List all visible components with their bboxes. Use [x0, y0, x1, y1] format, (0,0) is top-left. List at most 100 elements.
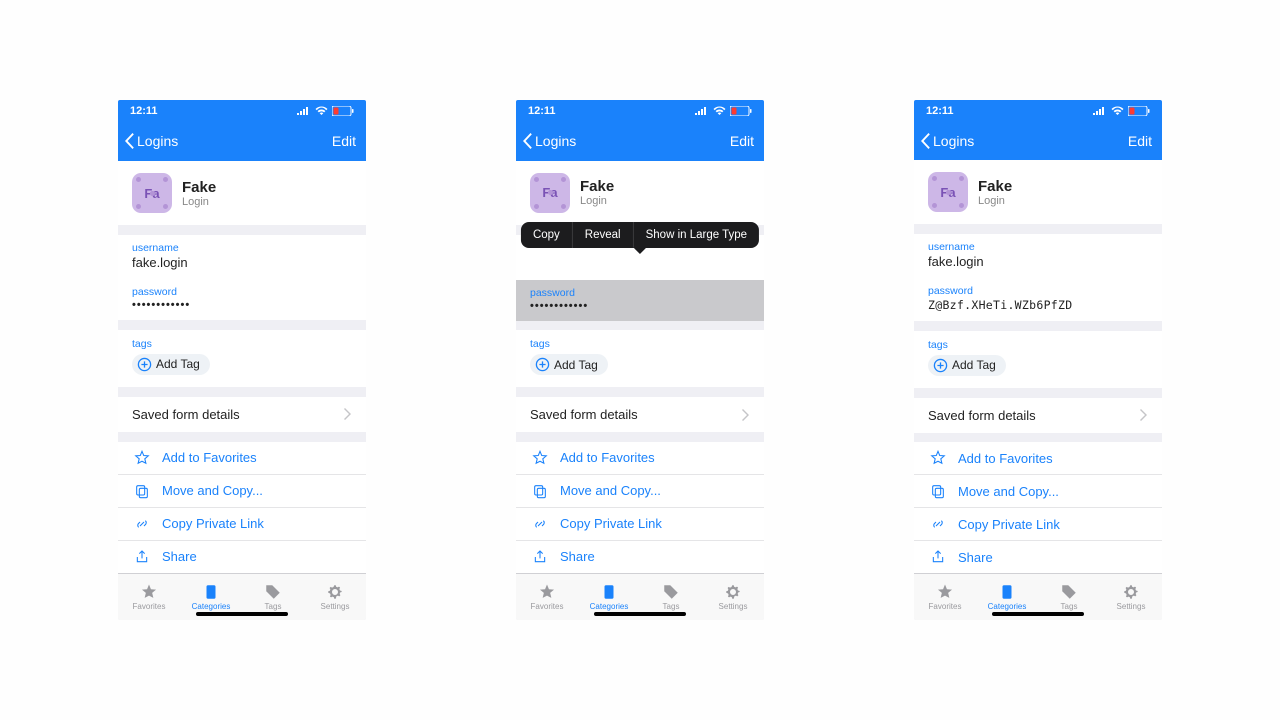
tab-favorites[interactable]: Favorites [118, 574, 180, 620]
status-indicators [1093, 106, 1150, 116]
back-button[interactable]: Logins [520, 132, 576, 150]
chevron-left-icon [122, 132, 136, 150]
wifi-icon [713, 106, 726, 115]
status-bar: 12:11 [118, 100, 366, 122]
action-add-favorites[interactable]: Add to Favorites [516, 442, 764, 474]
nav-bar: Logins Edit [516, 122, 764, 161]
chevron-left-icon [918, 132, 932, 150]
item-header: Fa Fake Login [914, 160, 1162, 224]
add-tag-button[interactable]: Add Tag [928, 355, 1006, 376]
password-field[interactable]: password •••••••••••• [118, 279, 366, 320]
popover-reveal[interactable]: Reveal [573, 222, 633, 248]
phone-screen-masked: 12:11 Logins Edit Fa Fake Login username… [118, 100, 366, 620]
chevron-left-icon [520, 132, 534, 150]
tab-settings[interactable]: Settings [304, 574, 366, 620]
action-add-favorites[interactable]: Add to Favorites [118, 442, 366, 474]
item-subtitle: Login [580, 195, 614, 207]
share-icon [532, 549, 548, 565]
home-indicator[interactable] [992, 612, 1084, 616]
actions-section: Add to Favorites Move and Copy... Copy P… [914, 442, 1162, 573]
item-icon: Fa [132, 173, 172, 213]
cellular-icon [1093, 106, 1107, 115]
status-bar: 12:11 [516, 100, 764, 122]
item-icon: Fa [928, 172, 968, 212]
add-tag-button[interactable]: Add Tag [132, 354, 210, 375]
tab-favorites[interactable]: Favorites [914, 574, 976, 620]
star-icon [930, 450, 946, 466]
context-popover: Copy Reveal Show in Large Type [521, 222, 759, 248]
saved-form-details-row[interactable]: Saved form details [118, 397, 366, 432]
action-share[interactable]: Share [914, 540, 1162, 573]
action-move-copy[interactable]: Move and Copy... [914, 474, 1162, 507]
wifi-icon [315, 106, 328, 115]
back-label: Logins [137, 133, 178, 149]
action-move-copy[interactable]: Move and Copy... [516, 474, 764, 507]
duplicate-icon [134, 483, 150, 499]
action-copy-private-link[interactable]: Copy Private Link [914, 507, 1162, 540]
home-indicator[interactable] [196, 612, 288, 616]
chevron-right-icon [742, 409, 750, 421]
back-label: Logins [535, 133, 576, 149]
add-tag-button[interactable]: Add Tag [530, 354, 608, 375]
duplicate-icon [930, 483, 946, 499]
password-field[interactable]: password •••••••••••• [516, 280, 764, 321]
popover-large-type[interactable]: Show in Large Type [634, 222, 759, 248]
battery-icon [332, 106, 354, 116]
link-icon [930, 516, 946, 532]
back-button[interactable]: Logins [122, 132, 178, 150]
home-indicator[interactable] [594, 612, 686, 616]
action-favorites-label: Add to Favorites [162, 450, 257, 465]
add-tag-label: Add Tag [554, 358, 598, 372]
duplicate-icon [532, 483, 548, 499]
item-subtitle: Login [182, 196, 216, 208]
username-label: username [132, 242, 352, 254]
status-time: 12:11 [926, 105, 954, 117]
share-icon [134, 549, 150, 565]
item-header: Fa Fake Login [516, 161, 764, 225]
action-share-label: Share [162, 549, 197, 564]
edit-button[interactable]: Edit [1128, 133, 1156, 149]
item-title: Fake [580, 178, 614, 195]
password-value-masked: •••••••••••• [530, 300, 750, 312]
back-button[interactable]: Logins [918, 132, 974, 150]
tab-settings[interactable]: Settings [1100, 574, 1162, 620]
action-move-copy[interactable]: Move and Copy... [118, 474, 366, 507]
item-icon: Fa [530, 173, 570, 213]
chevron-right-icon [1140, 409, 1148, 421]
link-icon [532, 516, 548, 532]
share-icon [930, 549, 946, 565]
plus-circle-icon [137, 357, 152, 372]
action-copy-private-link[interactable]: Copy Private Link [118, 507, 366, 540]
cellular-icon [297, 106, 311, 115]
tab-favorites[interactable]: Favorites [516, 574, 578, 620]
status-indicators [297, 106, 354, 116]
saved-form-details-row[interactable]: Saved form details [914, 398, 1162, 433]
password-field[interactable]: password Z@Bzf.XHeTi.WZb6PfZD [914, 278, 1162, 321]
item-title: Fake [978, 178, 1012, 195]
battery-icon [730, 106, 752, 116]
chevron-right-icon [344, 408, 352, 420]
phone-screen-popover: 12:11 Logins Edit Fa Fake Login Copy Rev… [516, 100, 764, 620]
action-add-favorites[interactable]: Add to Favorites [914, 442, 1162, 474]
action-share[interactable]: Share [516, 540, 764, 573]
password-value-masked: •••••••••••• [132, 299, 352, 311]
edit-button[interactable]: Edit [730, 133, 758, 149]
tab-settings[interactable]: Settings [702, 574, 764, 620]
tags-label: tags [132, 338, 352, 350]
tags-section: tags Add Tag [914, 331, 1162, 388]
action-share[interactable]: Share [118, 540, 366, 573]
action-copy-private-link[interactable]: Copy Private Link [516, 507, 764, 540]
cellular-icon [695, 106, 709, 115]
battery-icon [1128, 106, 1150, 116]
link-icon [134, 516, 150, 532]
popover-copy[interactable]: Copy [521, 222, 572, 248]
username-field[interactable]: username fake.login [914, 234, 1162, 278]
action-private-link-label: Copy Private Link [162, 516, 264, 531]
username-field[interactable]: username fake.login [118, 235, 366, 279]
username-value: fake.login [132, 255, 352, 270]
saved-form-details-row[interactable]: Saved form details [516, 397, 764, 432]
action-move-label: Move and Copy... [162, 483, 263, 498]
nav-bar: Logins Edit [118, 122, 366, 161]
nav-bar: Logins Edit [914, 121, 1162, 160]
edit-button[interactable]: Edit [332, 133, 360, 149]
